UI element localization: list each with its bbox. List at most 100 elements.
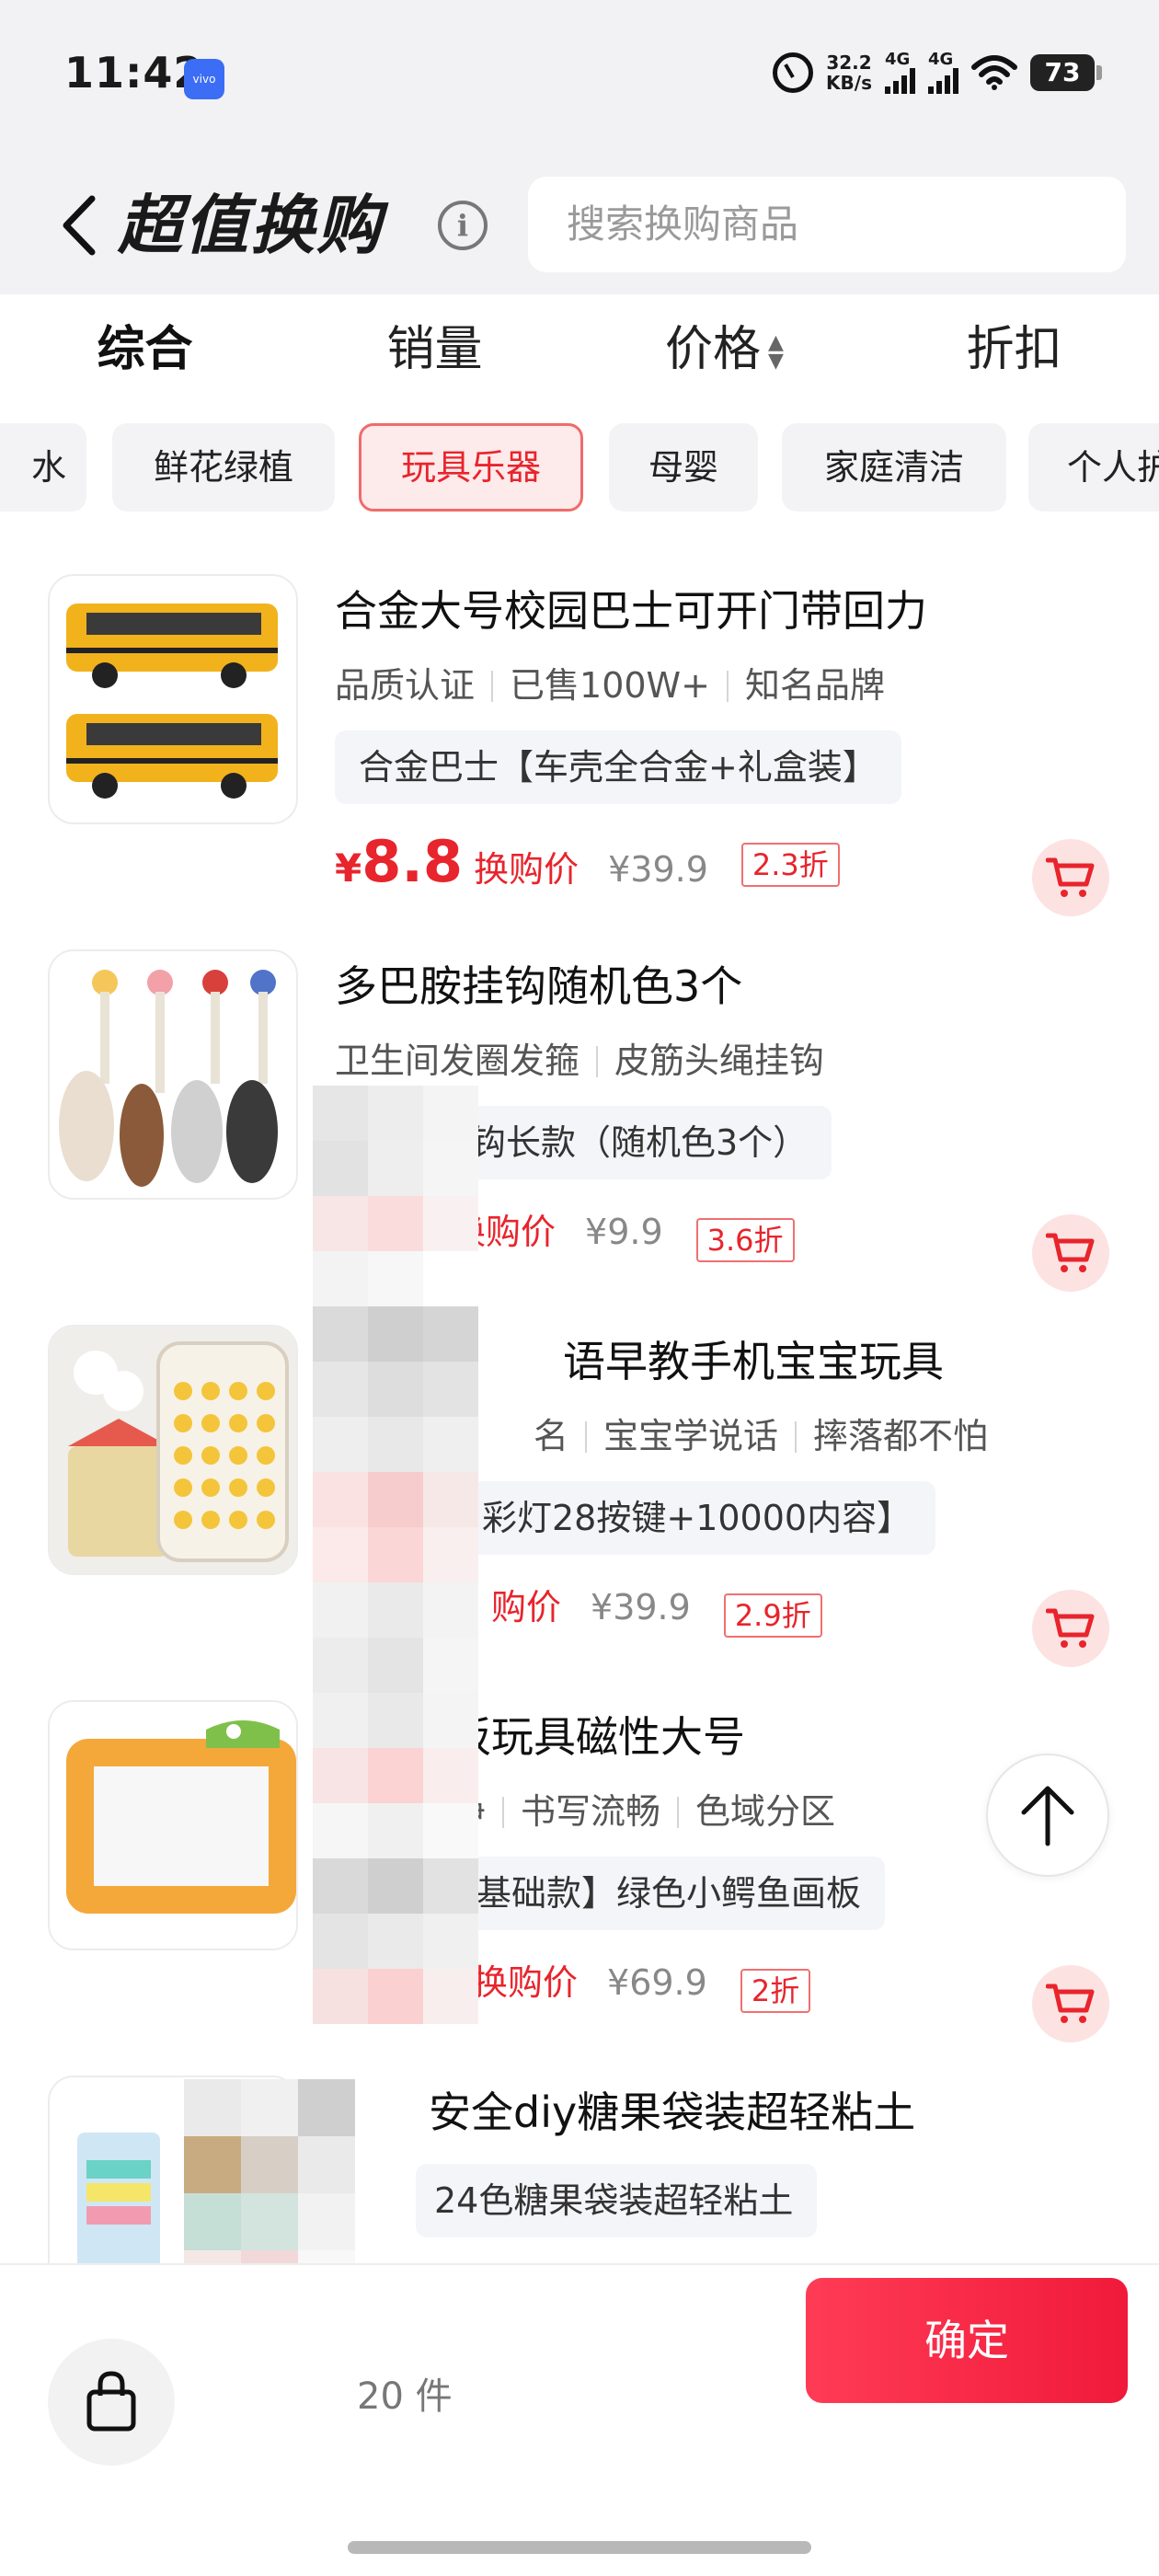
product-item[interactable]: 合金大号校园巴士可开门带回力 品质认证 已售100W+ 知名品牌 合金巴士【车壳全合… bbox=[0, 574, 1159, 942]
tab-comprehensive[interactable]: 综合 bbox=[0, 294, 290, 405]
back-icon[interactable] bbox=[53, 193, 109, 258]
product-tag: 名 bbox=[534, 1416, 569, 1456]
arrow-up-icon bbox=[1021, 1786, 1074, 1846]
alarm-icon bbox=[773, 52, 814, 93]
exchange-price-label: 换购价 bbox=[474, 849, 580, 890]
tab-price[interactable]: 价格 ▲ ▼ bbox=[580, 294, 869, 405]
signal-1: 4G bbox=[885, 52, 915, 94]
cart-icon bbox=[1046, 1608, 1095, 1648]
info-icon[interactable]: i bbox=[438, 201, 488, 250]
signal-2: 4G bbox=[928, 52, 958, 94]
price-row: 购价 ¥39.9 2.9折 bbox=[491, 1579, 822, 1652]
chip-category-active[interactable]: 玩具乐器 bbox=[359, 423, 583, 512]
home-indicator[interactable] bbox=[348, 2541, 811, 2554]
chip-category[interactable]: 母婴 bbox=[609, 423, 758, 512]
chip-category[interactable]: 水 bbox=[0, 423, 86, 512]
school-bus-image bbox=[66, 604, 278, 799]
shopping-bag-icon bbox=[86, 2371, 136, 2432]
confirm-button[interactable]: 确定 bbox=[806, 2278, 1128, 2403]
product-title: 板玩具磁性大号 bbox=[449, 1712, 745, 1762]
sort-arrows-icon: ▲ ▼ bbox=[768, 331, 784, 373]
battery-icon: 73 bbox=[1030, 54, 1102, 91]
wifi-icon bbox=[971, 55, 1017, 90]
price-currency: ¥ bbox=[335, 845, 362, 891]
add-to-cart-button[interactable] bbox=[1032, 1214, 1109, 1292]
product-title: 安全diy糖果袋装超轻粘土 bbox=[429, 2087, 916, 2137]
bottom-bar: 20 件 确定 bbox=[0, 2263, 1159, 2576]
product-tag: 知名品牌 bbox=[744, 665, 885, 706]
product-spec[interactable]: 彩灯28按键+10000内容】 bbox=[467, 1481, 936, 1555]
product-image[interactable] bbox=[48, 574, 298, 824]
exchange-price-label: 换购价 bbox=[473, 1962, 579, 2003]
network-speed-unit: KB/s bbox=[826, 72, 872, 94]
scroll-to-top-button[interactable] bbox=[986, 1754, 1109, 1877]
status-bar: 11:42 vivo 32.2 KB/s 4G 4G 73 bbox=[0, 0, 1159, 156]
sort-tabs: 综合 销量 价格 ▲ ▼ 折扣 bbox=[0, 294, 1159, 405]
tab-price-label: 价格 bbox=[665, 322, 762, 377]
original-price: ¥39.9 bbox=[591, 1587, 691, 1627]
page-title: 超值换购 bbox=[118, 188, 383, 263]
network-speed: 32.2 KB/s bbox=[826, 52, 872, 93]
tab-discount[interactable]: 折扣 bbox=[869, 294, 1159, 405]
hooks-image bbox=[59, 970, 278, 1187]
product-title: 多巴胺挂钩随机色3个 bbox=[335, 961, 743, 1011]
status-indicators: 32.2 KB/s 4G 4G 73 bbox=[773, 52, 1102, 94]
product-spec[interactable]: 合金巴士【车壳全合金+礼盒装】 bbox=[335, 730, 901, 804]
product-item[interactable]: 板玩具磁性大号 净书写流畅色域分区 【基础款】绿色小鳄鱼画板 3 换购价 ¥69… bbox=[0, 1700, 1159, 2068]
price-row: 换购价 ¥9.9 3.6折 bbox=[451, 1203, 795, 1277]
product-tag: 书写流畅 bbox=[521, 1791, 661, 1832]
signal-bars-icon bbox=[885, 68, 915, 94]
original-price: ¥39.9 bbox=[608, 849, 708, 890]
product-tag: 已售100W+ bbox=[510, 665, 710, 706]
add-to-cart-button[interactable] bbox=[1032, 1590, 1109, 1667]
cart-icon bbox=[1046, 1233, 1095, 1272]
toy-phone-image bbox=[50, 1327, 296, 1573]
chip-category[interactable]: 家庭清洁 bbox=[782, 423, 1006, 512]
product-spec[interactable]: 24色糖果袋装超轻粘土 bbox=[416, 2164, 818, 2237]
discount-badge: 2折 bbox=[740, 1969, 811, 2013]
signal-1-label: 4G bbox=[885, 50, 911, 69]
product-item[interactable]: 语早教手机宝宝玩具 名宝宝学说话 摔落都不怕 彩灯28按键+10000内容】 购价… bbox=[0, 1325, 1159, 1693]
product-tag: 摔落都不怕 bbox=[813, 1416, 989, 1456]
discount-badge: 2.9折 bbox=[723, 1593, 822, 1638]
original-price: ¥69.9 bbox=[607, 1962, 707, 2003]
product-title: 合金大号校园巴士可开门带回力 bbox=[335, 586, 927, 636]
chip-category[interactable]: 鲜花绿植 bbox=[112, 423, 335, 512]
add-to-cart-button[interactable] bbox=[1032, 839, 1109, 916]
product-title: 语早教手机宝宝玩具 bbox=[563, 1337, 944, 1386]
product-tag: 卫生间发圈发箍 bbox=[335, 1041, 580, 1081]
exchange-price-label: 购价 bbox=[491, 1587, 562, 1627]
cart-icon bbox=[1046, 1984, 1095, 2023]
discount-badge: 3.6折 bbox=[695, 1218, 795, 1262]
product-tags: 品质认证 已售100W+ 知名品牌 bbox=[335, 657, 885, 707]
product-tag: 品质认证 bbox=[335, 665, 476, 706]
notification-app-icon: vivo bbox=[184, 59, 224, 99]
product-spec[interactable]: 【基础款】绿色小鳄鱼画板 bbox=[430, 1857, 886, 1930]
product-tag: 色域分区 bbox=[695, 1791, 836, 1832]
chip-category[interactable]: 个人护 bbox=[1028, 423, 1159, 512]
discount-badge: 2.3折 bbox=[740, 843, 840, 887]
price-row: ¥ 8.8 换购价 ¥39.9 2.3折 bbox=[335, 828, 840, 902]
product-tag: 宝宝学说话 bbox=[603, 1416, 779, 1456]
network-speed-value: 32.2 bbox=[826, 52, 872, 74]
product-item[interactable]: 多巴胺挂钩随机色3个 卫生间发圈发箍 皮筋头绳挂钩 挂钩长款（随机色3个） 换购价… bbox=[0, 949, 1159, 1317]
status-time: 11:42 bbox=[64, 48, 204, 98]
original-price: ¥9.9 bbox=[585, 1212, 663, 1252]
product-tags: 卫生间发圈发箍 皮筋头绳挂钩 bbox=[335, 1032, 824, 1083]
search-input[interactable]: 搜索换购商品 bbox=[528, 177, 1126, 272]
product-item[interactable]: 安全diy糖果袋装超轻粘土 24色糖果袋装超轻粘土 bbox=[0, 2076, 1159, 2263]
exchange-price: 8.8 bbox=[361, 828, 464, 895]
signal-2-label: 4G bbox=[928, 50, 954, 69]
tab-sales[interactable]: 销量 bbox=[290, 294, 580, 405]
product-tag: 皮筋头绳挂钩 bbox=[614, 1041, 825, 1081]
signal-bars-icon bbox=[928, 68, 958, 94]
cart-icon bbox=[1046, 857, 1095, 897]
add-to-cart-button[interactable] bbox=[1032, 1965, 1109, 2042]
product-image[interactable] bbox=[48, 949, 298, 1200]
selected-items-button[interactable] bbox=[48, 2339, 175, 2466]
product-image[interactable] bbox=[48, 1700, 298, 1950]
page-header: 超值换购 i 搜索换购商品 bbox=[0, 166, 1159, 285]
product-tags: 净书写流畅色域分区 bbox=[451, 1783, 835, 1834]
product-spec[interactable]: 挂钩长款（随机色3个） bbox=[419, 1106, 832, 1179]
product-image[interactable] bbox=[48, 1325, 298, 1575]
